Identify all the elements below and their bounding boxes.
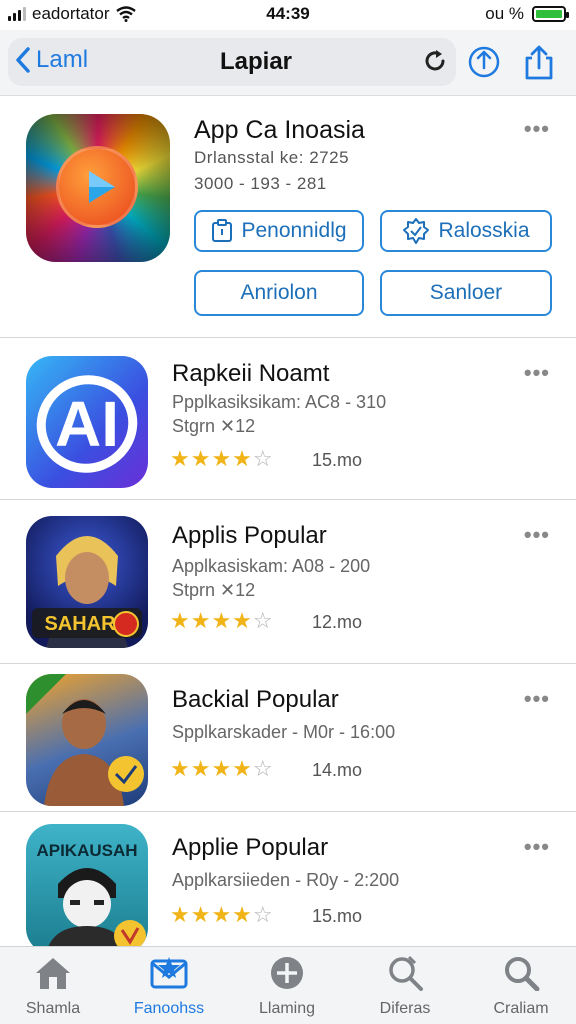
tab-search[interactable]: Craliam <box>468 955 574 1018</box>
home-icon <box>36 958 70 989</box>
featured-button-3-label: Anriolon <box>240 281 318 304</box>
featured-app: App Ca Inoasia ••• Drlansstal ke: 2725 3… <box>0 96 576 338</box>
app-size: 15.mo <box>312 906 363 926</box>
star-rating: ★★★★☆ <box>170 608 274 633</box>
app-meta: Applkasiskam: A08 - 200 <box>172 556 371 576</box>
back-label: Laml <box>36 46 89 73</box>
star-rating: ★★★★☆ <box>170 446 274 471</box>
app-title[interactable]: Rapkeii Noamt <box>172 360 329 388</box>
list-item[interactable]: Backial Popular ••• Spplkarskader - M0r … <box>0 664 576 812</box>
more-options-icon[interactable]: ••• <box>524 522 550 548</box>
more-options-icon[interactable]: ••• <box>524 686 550 712</box>
tab-learning[interactable]: Llaming <box>234 955 340 1018</box>
play-icon <box>56 146 138 228</box>
app-title[interactable]: Applis Popular <box>172 522 327 550</box>
app-size: 14.mo <box>312 760 363 780</box>
featured-app-icon[interactable] <box>26 114 170 262</box>
app-size: 12.mo <box>312 612 363 632</box>
ninja-game-icon-text: APIKAUSAH <box>36 841 137 860</box>
star-rating: ★★★★☆ <box>170 756 274 781</box>
search-tag-icon <box>389 955 423 991</box>
more-options-icon[interactable]: ••• <box>524 116 550 142</box>
ninja-game-icon: APIKAUSAH <box>26 824 148 954</box>
list-item[interactable]: SAHAR Applis Popular ••• Applkasiskam: A… <box>0 500 576 664</box>
tab-home-label: Shamla <box>25 1000 81 1017</box>
app-meta-2: Stgrn ✕12 <box>172 416 256 436</box>
svg-text:AI: AI <box>55 388 119 460</box>
tab-differences[interactable]: Diferas <box>352 955 458 1018</box>
more-options-icon[interactable]: ••• <box>524 834 550 860</box>
battery-icon <box>532 6 569 22</box>
featured-app-meta-1: Drlansstal ke: 2725 <box>194 148 350 167</box>
featured-button-4-label: Sanloer <box>429 281 503 304</box>
app-meta-2: Stprn ✕12 <box>172 580 256 600</box>
tab-bar: Shamla Fanoohss Llaming Diferas Craliam <box>0 946 576 1024</box>
chevron-left-icon <box>16 47 30 73</box>
featured-button-4[interactable]: Sanloer <box>380 270 552 316</box>
tab-learning-label: Llaming <box>258 1000 316 1017</box>
hero-game-icon-text: SAHAR <box>44 613 116 635</box>
tab-differences-label: Diferas <box>379 1000 431 1017</box>
featured-app-title[interactable]: App Ca Inoasia <box>194 116 365 145</box>
tab-search-label: Craliam <box>493 1000 549 1017</box>
tab-home[interactable]: Shamla <box>0 955 106 1018</box>
share-icon[interactable] <box>522 44 556 82</box>
battery-text: ou % <box>485 4 524 23</box>
reload-icon[interactable] <box>422 48 448 74</box>
featured-button-1-label: Penonnidlg <box>241 219 347 242</box>
app-title[interactable]: Backial Popular <box>172 686 339 714</box>
tab-featured[interactable]: Fanoohss <box>116 955 222 1018</box>
list-item[interactable]: APIKAUSAH Applie Popular ••• Applkarsiie… <box>0 812 576 954</box>
more-options-icon[interactable]: ••• <box>524 360 550 386</box>
featured-button-2-label: Ralosskia <box>438 219 530 242</box>
list-item[interactable]: AI Rapkeii Noamt ••• Ppplkasiksikam: AC8… <box>0 338 576 500</box>
tab-featured-label: Fanoohss <box>133 1000 205 1017</box>
hero-game-icon: SAHAR <box>26 516 148 648</box>
featured-app-meta-2: 3000 - 193 - 281 <box>194 174 327 193</box>
app-meta: Applkarsiieden - R0y - 2:200 <box>172 870 400 890</box>
status-bar: eadortator 44:39 ou % <box>0 0 576 28</box>
status-right: ou % <box>485 4 569 24</box>
app-meta: Ppplkasiksikam: AC8 - 310 <box>172 392 387 412</box>
warrior-game-icon <box>26 674 148 806</box>
plus-circle-icon <box>271 957 303 989</box>
app-title[interactable]: Applie Popular <box>172 834 328 862</box>
star-rating: ★★★★☆ <box>170 902 274 927</box>
page-title: Lapiar <box>219 48 293 75</box>
featured-button-3[interactable]: Anriolon <box>194 270 364 316</box>
clipboard-icon <box>212 219 233 242</box>
featured-button-1[interactable]: Penonnidlg <box>194 210 364 252</box>
navigation-bar: Laml Lapiar <box>0 30 576 96</box>
search-icon <box>505 957 540 992</box>
download-icon[interactable] <box>466 44 502 80</box>
app-meta: Spplkarskader - M0r - 16:00 <box>172 722 396 742</box>
gear-badge-icon <box>403 218 430 244</box>
ai-logo-icon: AI <box>26 356 148 488</box>
star-envelope-icon <box>150 957 188 989</box>
back-button[interactable]: Laml <box>14 46 88 74</box>
featured-button-2[interactable]: Ralosskia <box>380 210 552 252</box>
app-size: 15.mo <box>312 450 363 470</box>
